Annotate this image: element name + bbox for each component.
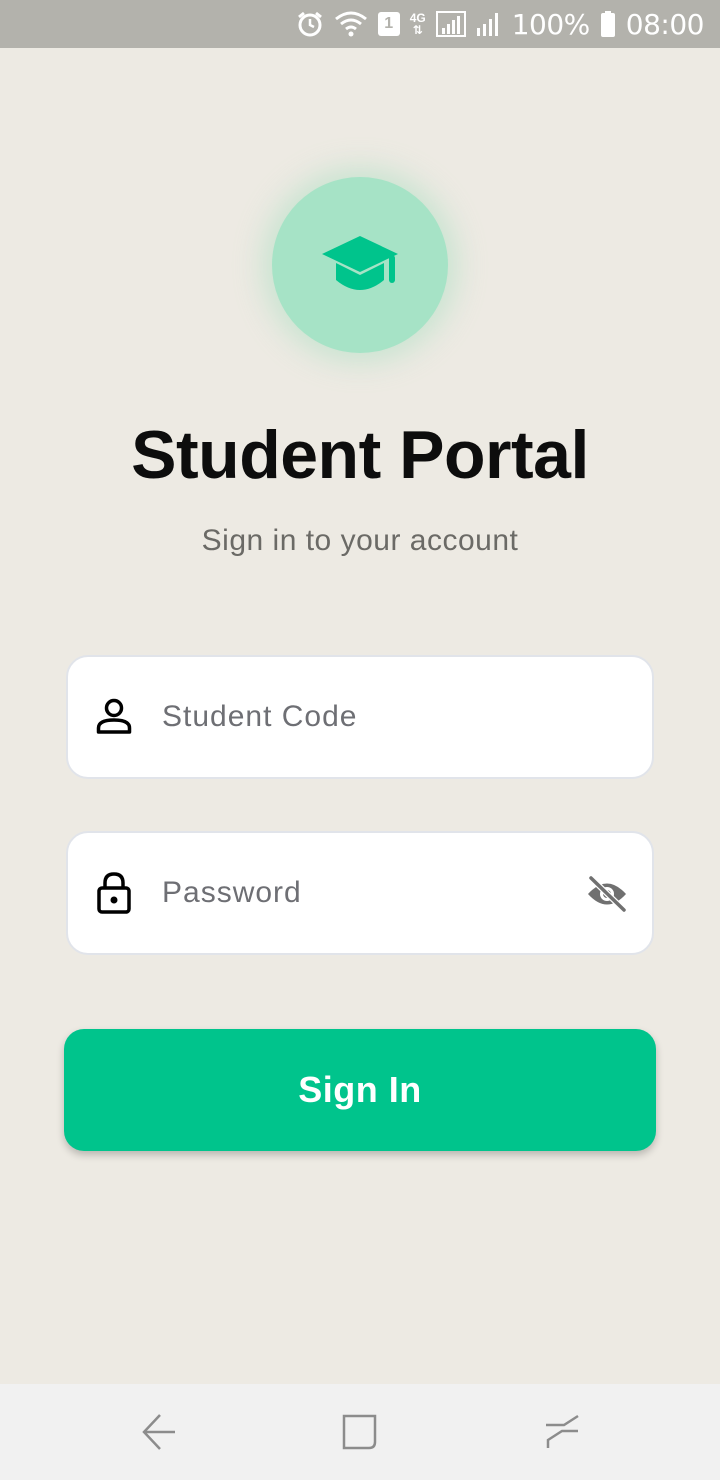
status-bar: 1 4G ⇅ 100% 08:00 [0, 0, 720, 48]
alarm-icon [297, 11, 322, 37]
password-input[interactable] [162, 863, 562, 923]
sign-in-button[interactable]: Sign In [64, 1029, 656, 1151]
wifi-icon [334, 11, 367, 37]
signal-icon-2 [476, 13, 498, 36]
logo-circle [272, 177, 448, 353]
battery-percentage: 100% [511, 7, 591, 41]
home-icon[interactable] [342, 1412, 378, 1452]
password-field[interactable] [66, 831, 654, 955]
network-type-label: 4G ⇅ [410, 12, 426, 36]
graduation-cap-icon [322, 236, 398, 290]
navigation-bar [0, 1384, 720, 1480]
back-icon[interactable] [140, 1412, 178, 1452]
clock: 08:00 [625, 7, 705, 41]
page-subtitle: Sign in to your account [201, 524, 519, 557]
page-title: Student Portal [131, 417, 589, 493]
student-code-field[interactable] [66, 655, 654, 779]
battery-icon [600, 11, 615, 37]
person-icon [96, 698, 132, 734]
data-arrows-icon: ⇅ [412, 23, 423, 37]
eye-off-icon[interactable] [586, 875, 628, 913]
signal-icon [435, 11, 466, 37]
student-code-input[interactable] [162, 687, 562, 747]
sim-icon: 1 [377, 12, 400, 36]
lock-icon [97, 872, 131, 914]
recent-apps-icon[interactable] [544, 1412, 582, 1452]
